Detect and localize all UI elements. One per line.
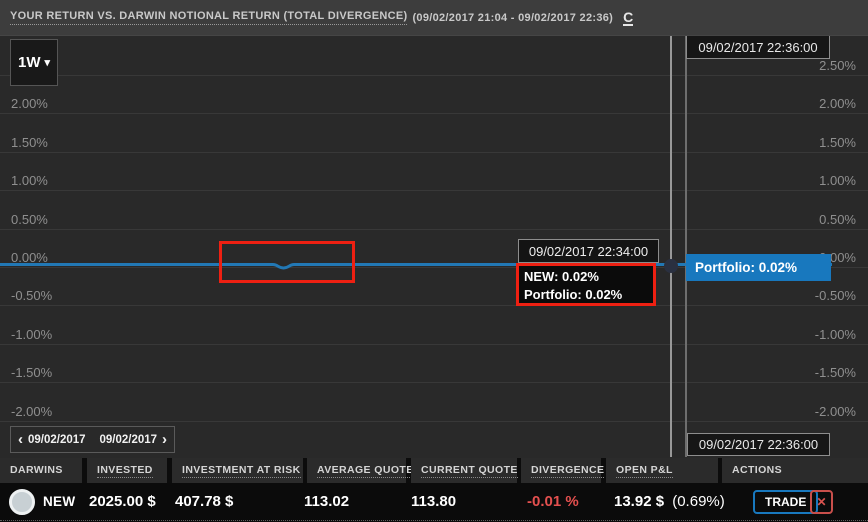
positions-table-header: DARWINS INVESTED INVESTMENT AT RISK AVER… [0,458,868,483]
axis-end-time-box-bottom: 09/02/2017 22:36:00 [687,433,830,456]
trading-platform-window: YOUR RETURN VS. DARWIN NOTIONAL RETURN (… [0,0,868,522]
divergence-cell: -0.01 % [527,483,579,520]
refresh-icon[interactable]: C [623,10,633,26]
average-quote-cell: 113.02 [304,483,349,520]
tooltip-time: 09/02/2017 22:34:00 [518,239,659,263]
timeframe-selector-button[interactable]: 1W ▾ [10,39,58,86]
open-pl-percent: (0.69%) [672,493,725,510]
axis-end-time-box-top: 09/02/2017 22:36:00 [686,35,830,59]
open-pl-cell: 13.92 $ (0.69%) [614,483,725,520]
column-header-divergence[interactable]: DIVERGENCE [521,458,601,483]
portfolio-return-line-plot [0,36,868,458]
chart-date-range: (09/02/2017 21:04 - 09/02/2017 22:36) [412,12,613,24]
trade-button[interactable]: TRADE [753,490,818,514]
column-header-open-pl[interactable]: OPEN P&L [606,458,718,483]
tooltip-portfolio-value: Portfolio: 0.02% [524,286,653,304]
darwin-name-cell[interactable]: NEW [43,483,75,520]
table-row: NEW 2025.00 $ 407.78 $ 113.02 113.80 -0.… [0,483,868,521]
column-header-darwins: DARWINS [0,458,82,483]
prev-date-label: 09/02/2017 [28,434,86,446]
chevron-right-icon: › [162,434,167,445]
tooltip-values-box: NEW: 0.02% Portfolio: 0.02% [516,263,656,306]
date-navigation: ‹ 09/02/2017 09/02/2017 › [10,426,175,453]
chevron-left-icon: ‹ [18,434,23,445]
chart-header-bar: YOUR RETURN VS. DARWIN NOTIONAL RETURN (… [0,0,868,35]
crosshair-point-marker [664,259,678,273]
close-icon: ✕ [816,495,826,509]
prev-date-button[interactable]: ‹ 09/02/2017 [11,427,93,452]
column-header-average-quote[interactable]: AVERAGE QUOTE [307,458,406,483]
red-highlight-rectangle [219,241,355,283]
column-header-current-quote[interactable]: CURRENT QUOTE [411,458,517,483]
chevron-down-icon: ▾ [44,58,50,68]
column-header-actions: ACTIONS [722,458,868,483]
invested-cell: 2025.00 $ [89,483,156,520]
timeframe-label: 1W [18,54,41,71]
open-pl-value: 13.92 $ [614,493,664,510]
column-header-invested[interactable]: INVESTED [87,458,167,483]
investment-at-risk-cell: 407.78 $ [175,483,233,520]
darwin-avatar[interactable] [9,489,35,515]
tooltip-new-value: NEW: 0.02% [524,268,653,286]
current-quote-cell: 113.80 [411,483,456,520]
divergence-chart: 2.00% 1.50% 1.00% 0.50% 0.00% -0.50% -1.… [0,35,868,458]
next-date-label: 09/02/2017 [99,434,157,446]
crosshair-tooltip: 09/02/2017 22:34:00 NEW: 0.02% Portfolio… [516,239,659,306]
portfolio-axis-tag: Portfolio: 0.02% [686,254,831,281]
column-header-investment-at-risk[interactable]: INVESTMENT AT RISK [172,458,303,483]
close-position-button[interactable]: ✕ [810,490,833,514]
next-date-button[interactable]: 09/02/2017 › [93,427,175,452]
chart-title: YOUR RETURN VS. DARWIN NOTIONAL RETURN (… [10,10,407,25]
